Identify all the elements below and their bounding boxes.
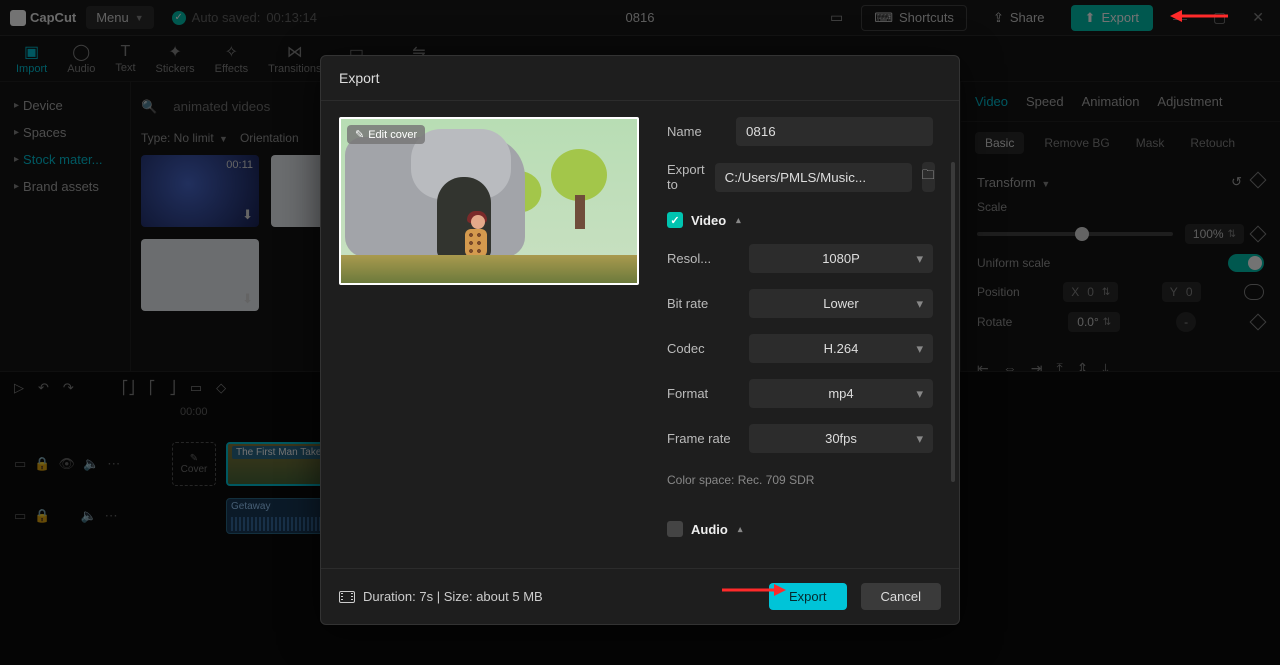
format-select[interactable]: mp4 — [749, 379, 933, 408]
checkbox-checked-icon: ✓ — [667, 212, 683, 228]
colorspace-note: Color space: Rec. 709 SDR — [667, 473, 933, 487]
exportto-input[interactable] — [715, 163, 912, 192]
framerate-label: Frame rate — [667, 431, 739, 446]
dialog-title: Export — [321, 56, 959, 101]
resolution-label: Resol... — [667, 251, 739, 266]
scrollbar[interactable] — [951, 162, 955, 482]
video-section-label: Video — [691, 213, 726, 228]
name-label: Name — [667, 124, 726, 139]
name-input[interactable] — [736, 117, 933, 146]
chevron-up-icon: ▴ — [736, 215, 741, 226]
audio-section-label: Audio — [691, 522, 728, 537]
export-preview: ✎ Edit cover — [339, 117, 639, 285]
chevron-up-icon: ▴ — [738, 524, 743, 535]
codec-select[interactable]: H.264 — [749, 334, 933, 363]
edit-cover-label: Edit cover — [368, 129, 417, 141]
exportto-label: Export to — [667, 162, 705, 192]
annotation-arrow — [720, 580, 786, 600]
annotation-arrow — [1170, 6, 1230, 26]
codec-label: Codec — [667, 341, 739, 356]
duration-size-info: Duration: 7s | Size: about 5 MB — [363, 589, 543, 604]
bitrate-label: Bit rate — [667, 296, 739, 311]
cancel-button[interactable]: Cancel — [861, 583, 941, 610]
checkbox-unchecked-icon — [667, 521, 683, 537]
video-section-toggle[interactable]: ✓ Video ▴ — [667, 212, 933, 228]
audio-section-toggle[interactable]: Audio ▴ — [667, 521, 933, 537]
export-dialog: Export ✎ Edit cover Name Expor — [320, 55, 960, 625]
resolution-select[interactable]: 1080P — [749, 244, 933, 273]
pencil-icon: ✎ — [355, 128, 364, 141]
bitrate-select[interactable]: Lower — [749, 289, 933, 318]
framerate-select[interactable]: 30fps — [749, 424, 933, 453]
browse-folder-button[interactable]: 🗀 — [922, 162, 935, 192]
edit-cover-button[interactable]: ✎ Edit cover — [347, 125, 425, 144]
folder-icon: 🗀 — [922, 166, 935, 188]
filmstrip-icon — [339, 591, 355, 603]
format-label: Format — [667, 386, 739, 401]
